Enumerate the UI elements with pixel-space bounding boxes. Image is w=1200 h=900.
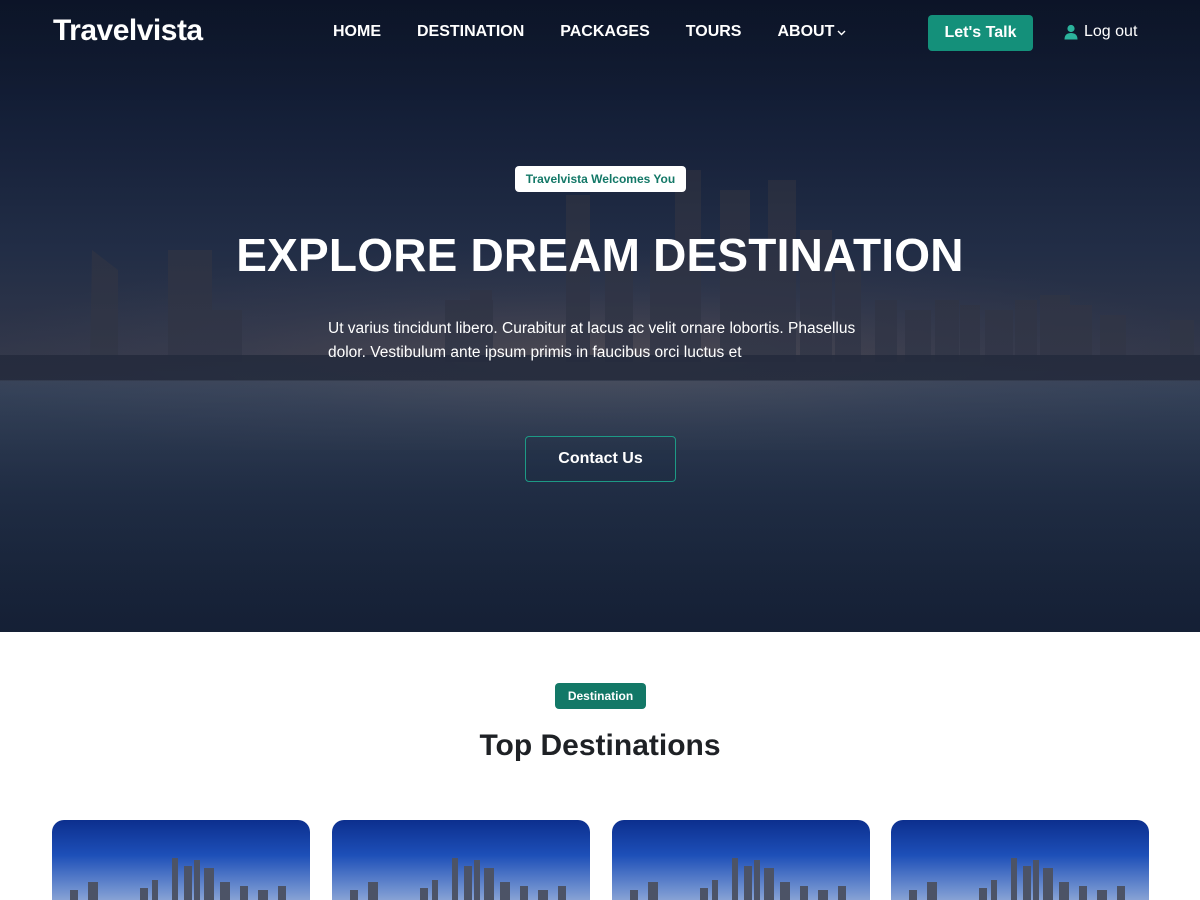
welcome-badge: Travelvista Welcomes You [515,166,686,192]
logout-label: Log out [1084,23,1138,40]
destination-card-image [350,858,566,900]
destination-card[interactable] [332,820,590,900]
destination-card[interactable] [52,820,310,900]
nav-home-label: HOME [333,23,381,40]
nav-destination-label: DESTINATION [417,23,525,40]
hero-banner [0,0,1200,632]
destination-card[interactable] [891,820,1149,900]
contact-us-button[interactable]: Contact Us [525,436,676,482]
section-title: Top Destinations [479,729,721,762]
destination-card[interactable] [612,820,870,900]
nav-home[interactable]: HOME [333,23,381,41]
nav-destination[interactable]: DESTINATION [417,23,524,41]
logout-link[interactable]: Log out [1064,23,1137,41]
nav-packages-label: PACKAGES [560,23,650,40]
hero-description: Ut varius tincidunt libero. Curabitur at… [328,320,856,361]
main-nav: HOME DESTINATION PACKAGES TOURS ABOUT [333,23,882,41]
nav-about[interactable]: ABOUT [777,23,846,41]
destination-card-image [909,858,1125,900]
hero-overlay [0,0,1200,632]
brand-logo[interactable]: Travelvista [53,14,203,48]
destination-card-image [630,858,846,900]
nav-tours[interactable]: TOURS [686,23,742,41]
destination-card-image [70,858,286,900]
destination-badge: Destination [555,683,646,709]
nav-about-label: ABOUT [777,23,835,40]
nav-tours-label: TOURS [685,23,742,40]
lets-talk-button[interactable]: Let's Talk [928,15,1033,51]
hero-title: EXPLORE DREAM DESTINATION [236,229,964,281]
chevron-down-icon [837,28,846,39]
user-icon [1064,24,1078,40]
nav-packages[interactable]: PACKAGES [560,23,650,41]
